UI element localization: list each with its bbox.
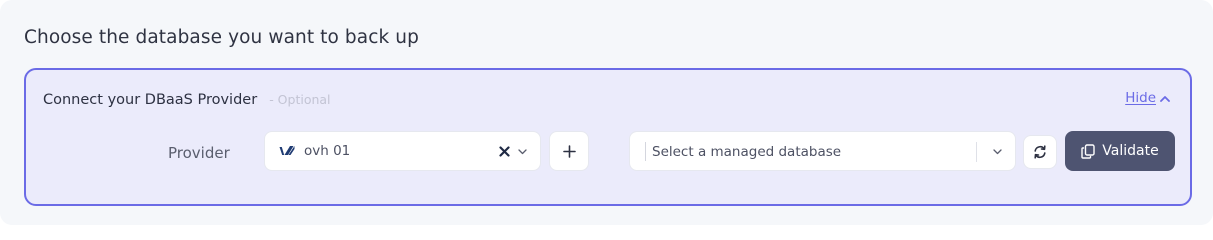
add-provider-button[interactable] — [549, 131, 589, 171]
copy-icon — [1081, 143, 1095, 159]
hide-label: Hide — [1125, 90, 1156, 106]
provider-label: Provider — [168, 144, 230, 162]
text-cursor — [645, 142, 646, 161]
select-divider — [976, 142, 977, 162]
provider-selected-value: ovh 01 — [304, 143, 351, 159]
panel-header: Connect your DBaaS Provider - Optional — [43, 92, 331, 108]
validate-button[interactable]: Validate — [1065, 131, 1175, 171]
chevron-up-icon — [1160, 95, 1170, 102]
provider-select[interactable]: ovh 01 — [264, 131, 541, 171]
refresh-icon — [1034, 145, 1046, 159]
chevron-down-icon[interactable] — [518, 149, 527, 155]
chevron-down-icon[interactable] — [993, 149, 1002, 155]
managed-database-select[interactable]: Select a managed database — [629, 131, 1016, 171]
optional-label: - Optional — [269, 92, 331, 107]
dbaas-provider-panel: Connect your DBaaS Provider - Optional H… — [24, 68, 1192, 206]
database-select-placeholder: Select a managed database — [652, 144, 842, 160]
refresh-button[interactable] — [1023, 135, 1057, 169]
clear-icon[interactable] — [499, 146, 510, 157]
validate-button-label: Validate — [1102, 143, 1159, 159]
hide-toggle-link[interactable]: Hide — [1125, 90, 1170, 106]
panel-title: Connect your DBaaS Provider — [43, 92, 258, 108]
page-title: Choose the database you want to back up — [24, 27, 419, 48]
plus-icon — [562, 144, 576, 158]
database-selection-section: Choose the database you want to back up … — [0, 0, 1213, 225]
ovh-logo-icon — [279, 146, 295, 155]
